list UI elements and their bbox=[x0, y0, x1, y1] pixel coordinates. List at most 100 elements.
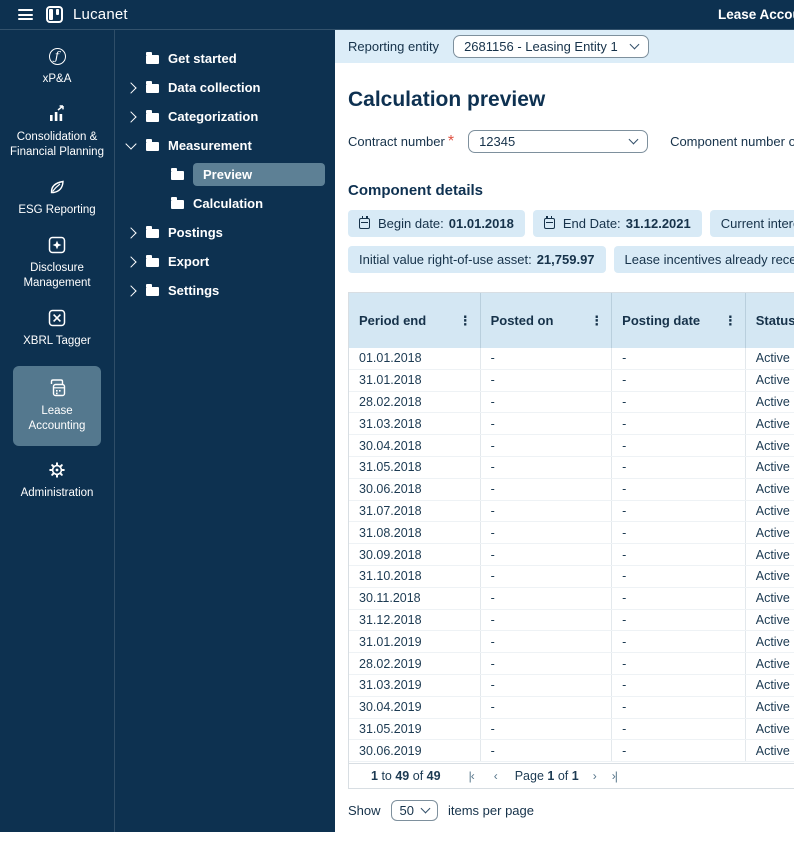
table-row: 30.06.2018 - - Active bbox=[349, 479, 794, 501]
cell-posting-date: - bbox=[612, 370, 746, 391]
bar-chart-icon bbox=[48, 104, 66, 124]
collapse-panel-icon[interactable]: « bbox=[427, 838, 435, 854]
tree-item-get-started[interactable]: Get started bbox=[115, 44, 335, 73]
column-menu-icon[interactable]: ⋮ bbox=[459, 313, 472, 329]
cell-period-end: 30.04.2018 bbox=[349, 435, 481, 456]
column-menu-icon[interactable]: ⋮ bbox=[724, 313, 737, 329]
cell-status: Active bbox=[746, 479, 794, 500]
contract-number-value: 12345 bbox=[479, 134, 515, 149]
rail-item-esg[interactable]: ESG Reporting bbox=[7, 177, 107, 218]
next-page-icon[interactable]: › bbox=[593, 769, 596, 783]
cell-posting-date: - bbox=[612, 392, 746, 413]
cell-posting-date: - bbox=[612, 435, 746, 456]
rail-item-label: Administration bbox=[21, 486, 94, 501]
show-label: Show bbox=[348, 803, 381, 818]
cell-period-end: 31.10.2018 bbox=[349, 566, 481, 587]
table-row: 01.01.2018 - - Active bbox=[349, 348, 794, 370]
cell-posting-date: - bbox=[612, 457, 746, 478]
chevron-right-icon[interactable] bbox=[125, 227, 136, 238]
chevron-right-icon[interactable] bbox=[125, 285, 136, 296]
cell-posting-date: - bbox=[612, 740, 746, 761]
table-row: 31.07.2018 - - Active bbox=[349, 501, 794, 523]
table-row: 30.11.2018 - - Active bbox=[349, 588, 794, 610]
cell-posted-on: - bbox=[481, 501, 613, 522]
reporting-entity-label: Reporting entity bbox=[348, 39, 439, 54]
hamburger-menu-icon[interactable] bbox=[18, 9, 33, 20]
last-page-icon[interactable]: ›| bbox=[612, 769, 617, 783]
cell-period-end: 31.05.2019 bbox=[349, 719, 481, 740]
cell-posting-date: - bbox=[612, 653, 746, 674]
tree-item-label: Measurement bbox=[168, 138, 252, 153]
tree-item-label: Export bbox=[168, 254, 209, 269]
cell-posted-on: - bbox=[481, 631, 613, 652]
chevron-down-icon bbox=[421, 804, 431, 814]
rail-item-administration[interactable]: Administration bbox=[7, 460, 107, 501]
cell-posted-on: - bbox=[481, 457, 613, 478]
cell-period-end: 31.01.2018 bbox=[349, 370, 481, 391]
rail-item-lease-accounting[interactable]: Lease Accounting bbox=[13, 366, 101, 446]
chevron-down-icon[interactable] bbox=[125, 138, 136, 149]
page-size-row: Show 50 items per page bbox=[348, 800, 534, 821]
cell-period-end: 30.06.2018 bbox=[349, 479, 481, 500]
app-name: Lucanet bbox=[73, 6, 128, 23]
cell-posting-date: - bbox=[612, 566, 746, 587]
required-marker: * bbox=[448, 133, 454, 151]
table-row: 31.05.2018 - - Active bbox=[349, 457, 794, 479]
calendar-icon bbox=[359, 218, 370, 229]
tree-item-data-collection[interactable]: Data collection bbox=[115, 73, 335, 102]
table-row: 31.01.2018 - - Active bbox=[349, 370, 794, 392]
chevron-down-icon bbox=[629, 135, 639, 145]
cell-period-end: 01.01.2018 bbox=[349, 348, 481, 369]
rail-item-xpa[interactable]: ƒ xP&A bbox=[7, 46, 107, 87]
table-row: 30.04.2018 - - Active bbox=[349, 435, 794, 457]
top-bar: Lucanet Lease Accounting bbox=[0, 0, 794, 30]
page-size-select[interactable]: 50 bbox=[391, 800, 438, 821]
tree-item-postings[interactable]: Postings bbox=[115, 218, 335, 247]
cell-status: Active bbox=[746, 675, 794, 696]
contract-number-select[interactable]: 12345 bbox=[468, 130, 648, 153]
cell-period-end: 28.02.2018 bbox=[349, 392, 481, 413]
cell-status: Active bbox=[746, 522, 794, 543]
column-header-status[interactable]: Status bbox=[746, 293, 794, 348]
tree-item-settings[interactable]: Settings bbox=[115, 276, 335, 305]
chevron-right-icon[interactable] bbox=[125, 82, 136, 93]
reporting-entity-value: 2681156 - Leasing Entity 1 bbox=[464, 39, 618, 54]
cell-status: Active bbox=[746, 740, 794, 761]
reporting-entity-select[interactable]: 2681156 - Leasing Entity 1 bbox=[453, 35, 649, 58]
tree-item-preview[interactable]: Preview bbox=[115, 160, 335, 189]
cell-posted-on: - bbox=[481, 544, 613, 565]
column-menu-icon[interactable]: ⋮ bbox=[590, 313, 603, 329]
calendar-icon bbox=[544, 218, 555, 229]
chevron-right-icon[interactable] bbox=[125, 256, 136, 267]
chip-row-1: Begin date: 01.01.2018 End Date: 31.12.2… bbox=[348, 210, 794, 237]
cell-posted-on: - bbox=[481, 522, 613, 543]
cell-posted-on: - bbox=[481, 719, 613, 740]
cell-posting-date: - bbox=[612, 588, 746, 609]
chip-current-interest-rate: Current interest rate bbox=[710, 210, 794, 237]
rail-item-disclosure[interactable]: Disclosure Management bbox=[7, 235, 107, 291]
chip-begin-date: Begin date: 01.01.2018 bbox=[348, 210, 525, 237]
cell-posting-date: - bbox=[612, 348, 746, 369]
rail-item-consolidation[interactable]: Consolidation & Financial Planning bbox=[7, 104, 107, 160]
chip-label: Begin date: bbox=[378, 216, 444, 231]
previous-page-icon[interactable]: ‹ bbox=[494, 769, 497, 783]
cell-posting-date: - bbox=[612, 610, 746, 631]
chevron-right-icon[interactable] bbox=[125, 111, 136, 122]
tree-item-label: Postings bbox=[168, 225, 223, 240]
column-header-period-end[interactable]: Period end ⋮ bbox=[349, 293, 481, 348]
component-details-heading: Component details bbox=[348, 182, 483, 199]
tree-item-export[interactable]: Export bbox=[115, 247, 335, 276]
cell-posted-on: - bbox=[481, 566, 613, 587]
rail-item-label: xP&A bbox=[43, 72, 72, 87]
tree-item-calculation[interactable]: Calculation bbox=[115, 189, 335, 218]
rail-item-xbrl[interactable]: XBRL Tagger bbox=[7, 308, 107, 349]
tree-item-label: Categorization bbox=[168, 109, 258, 124]
app-rail: ƒ xP&A Consolidation & Financial Plannin… bbox=[0, 30, 115, 832]
column-header-posted-on[interactable]: Posted on ⋮ bbox=[481, 293, 613, 348]
tree-item-measurement[interactable]: Measurement bbox=[115, 131, 335, 160]
tree-item-categorization[interactable]: Categorization bbox=[115, 102, 335, 131]
cell-period-end: 31.12.2018 bbox=[349, 610, 481, 631]
column-header-posting-date[interactable]: Posting date ⋮ bbox=[612, 293, 746, 348]
first-page-icon[interactable]: |‹ bbox=[469, 769, 474, 783]
folder-icon bbox=[146, 84, 159, 93]
